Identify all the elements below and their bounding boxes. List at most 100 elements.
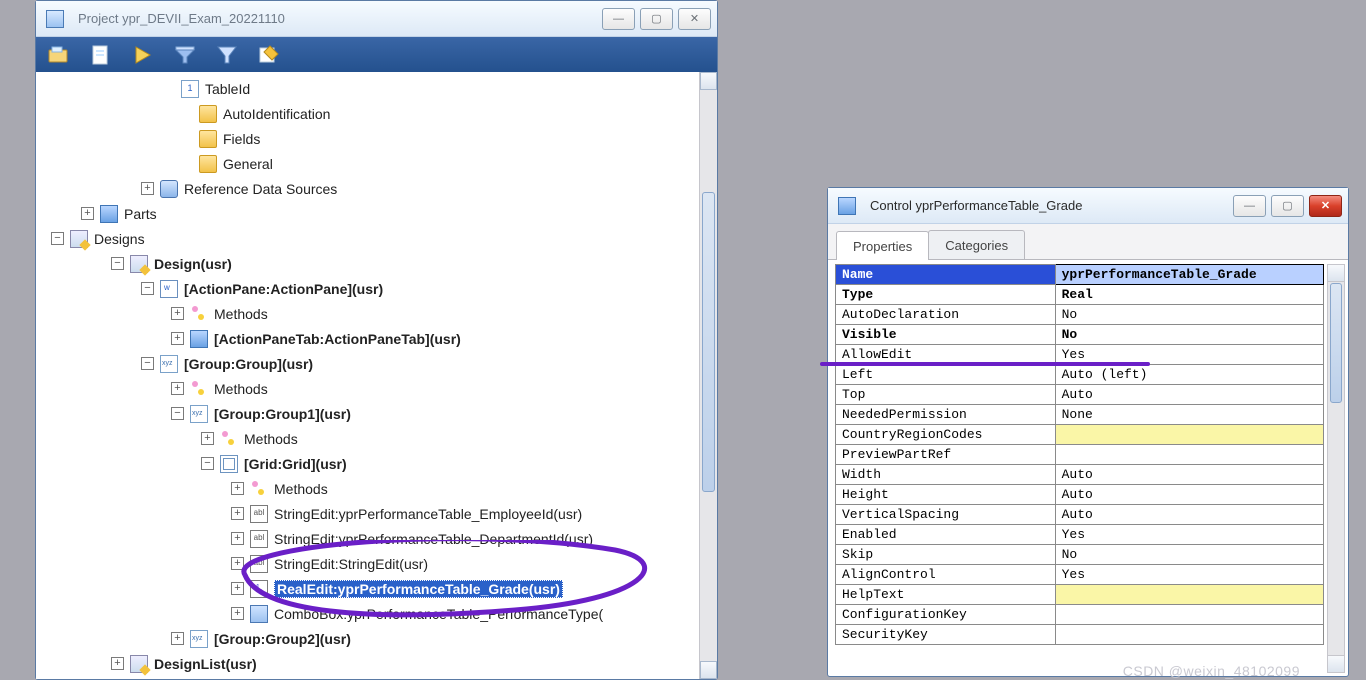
tab-properties[interactable]: Properties bbox=[836, 231, 929, 260]
toolbar-funnel-icon[interactable] bbox=[216, 44, 238, 66]
property-value[interactable]: None bbox=[1055, 405, 1323, 425]
toolbar-open-icon[interactable] bbox=[48, 44, 70, 66]
properties-grid[interactable]: NameyprPerformanceTable_GradeTypeRealAut… bbox=[835, 264, 1324, 645]
property-row[interactable]: PreviewPartRef bbox=[836, 445, 1324, 465]
tree-node-methods[interactable]: +Methods bbox=[36, 426, 717, 451]
collapse-toggle[interactable]: − bbox=[51, 232, 64, 245]
property-value[interactable]: No bbox=[1055, 545, 1323, 565]
properties-titlebar[interactable]: Control yprPerformanceTable_Grade — ▢ ✕ bbox=[828, 188, 1348, 224]
collapse-toggle[interactable]: − bbox=[201, 457, 214, 470]
project-titlebar[interactable]: Project ypr_DEVII_Exam_20221110 — ▢ ✕ bbox=[36, 1, 717, 37]
expand-toggle[interactable]: + bbox=[231, 557, 244, 570]
property-row[interactable]: NeededPermissionNone bbox=[836, 405, 1324, 425]
scroll-down-icon[interactable] bbox=[1328, 655, 1344, 672]
tree-node-group1[interactable]: −[Group:Group1](usr) bbox=[36, 401, 717, 426]
property-value[interactable]: Auto (left) bbox=[1055, 365, 1323, 385]
tree-node-stringedit[interactable]: +StringEdit:StringEdit(usr) bbox=[36, 551, 717, 576]
property-value[interactable]: Real bbox=[1055, 285, 1323, 305]
property-row[interactable]: CountryRegionCodes bbox=[836, 425, 1324, 445]
property-row[interactable]: WidthAuto bbox=[836, 465, 1324, 485]
property-row[interactable]: LeftAuto (left) bbox=[836, 365, 1324, 385]
maximize-button[interactable]: ▢ bbox=[640, 8, 673, 30]
tree-node-dept[interactable]: +StringEdit:yprPerformanceTable_Departme… bbox=[36, 526, 717, 551]
property-row[interactable]: NameyprPerformanceTable_Grade bbox=[836, 265, 1324, 285]
expand-toggle[interactable]: + bbox=[231, 532, 244, 545]
minimize-button[interactable]: — bbox=[602, 8, 635, 30]
property-value[interactable]: Yes bbox=[1055, 565, 1323, 585]
property-row[interactable]: EnabledYes bbox=[836, 525, 1324, 545]
expand-toggle[interactable]: + bbox=[231, 607, 244, 620]
scroll-thumb[interactable] bbox=[1330, 283, 1342, 403]
minimize-button[interactable]: — bbox=[1233, 195, 1266, 217]
tree-node-refds[interactable]: +Reference Data Sources bbox=[36, 176, 717, 201]
expand-toggle[interactable]: + bbox=[231, 582, 244, 595]
tree-node-methods[interactable]: +Methods bbox=[36, 376, 717, 401]
tree-node-actionpane[interactable]: −[ActionPane:ActionPane](usr) bbox=[36, 276, 717, 301]
property-value[interactable] bbox=[1055, 445, 1323, 465]
property-value[interactable]: Auto bbox=[1055, 505, 1323, 525]
maximize-button[interactable]: ▢ bbox=[1271, 195, 1304, 217]
tree-node-methods[interactable]: +Methods bbox=[36, 476, 717, 501]
property-value[interactable]: Auto bbox=[1055, 485, 1323, 505]
expand-toggle[interactable]: + bbox=[81, 207, 94, 220]
tree-node-parts[interactable]: +Parts bbox=[36, 201, 717, 226]
property-value[interactable]: Auto bbox=[1055, 465, 1323, 485]
expand-toggle[interactable]: + bbox=[111, 657, 124, 670]
property-value[interactable] bbox=[1055, 625, 1323, 645]
property-value[interactable] bbox=[1055, 425, 1323, 445]
tree-node-tableid[interactable]: TableId bbox=[36, 76, 717, 101]
property-value[interactable]: Auto bbox=[1055, 385, 1323, 405]
property-row[interactable]: ConfigurationKey bbox=[836, 605, 1324, 625]
scroll-up-icon[interactable] bbox=[700, 72, 717, 90]
expand-toggle[interactable]: + bbox=[171, 332, 184, 345]
tree-node-grid[interactable]: −[Grid:Grid](usr) bbox=[36, 451, 717, 476]
property-row[interactable]: AllowEditYes bbox=[836, 345, 1324, 365]
properties-scrollbar[interactable] bbox=[1327, 264, 1345, 673]
collapse-toggle[interactable]: − bbox=[141, 357, 154, 370]
property-row[interactable]: TopAuto bbox=[836, 385, 1324, 405]
collapse-toggle[interactable]: − bbox=[171, 407, 184, 420]
property-value[interactable] bbox=[1055, 585, 1323, 605]
expand-toggle[interactable]: + bbox=[231, 482, 244, 495]
property-row[interactable]: SkipNo bbox=[836, 545, 1324, 565]
property-value[interactable]: No bbox=[1055, 325, 1323, 345]
expand-toggle[interactable]: + bbox=[171, 307, 184, 320]
expand-toggle[interactable]: + bbox=[141, 182, 154, 195]
expand-toggle[interactable]: + bbox=[171, 382, 184, 395]
expand-toggle[interactable]: + bbox=[231, 507, 244, 520]
property-value[interactable]: yprPerformanceTable_Grade bbox=[1055, 265, 1323, 285]
collapse-toggle[interactable]: − bbox=[141, 282, 154, 295]
expand-toggle[interactable]: + bbox=[201, 432, 214, 445]
property-row[interactable]: HeightAuto bbox=[836, 485, 1324, 505]
tree-node-general[interactable]: General bbox=[36, 151, 717, 176]
property-value[interactable]: No bbox=[1055, 305, 1323, 325]
scroll-thumb[interactable] bbox=[702, 192, 715, 492]
close-button[interactable]: ✕ bbox=[678, 8, 711, 30]
scroll-down-icon[interactable] bbox=[700, 661, 717, 679]
scroll-up-icon[interactable] bbox=[1328, 265, 1344, 282]
collapse-toggle[interactable]: − bbox=[111, 257, 124, 270]
expand-toggle[interactable]: + bbox=[171, 632, 184, 645]
toolbar-page-icon[interactable] bbox=[90, 44, 112, 66]
tab-categories[interactable]: Categories bbox=[928, 230, 1025, 259]
property-row[interactable]: SecurityKey bbox=[836, 625, 1324, 645]
property-value[interactable]: Yes bbox=[1055, 525, 1323, 545]
tree-node-grade[interactable]: +RealEdit:yprPerformanceTable_Grade(usr) bbox=[36, 576, 717, 601]
property-row[interactable]: TypeReal bbox=[836, 285, 1324, 305]
property-value[interactable] bbox=[1055, 605, 1323, 625]
property-row[interactable]: AlignControlYes bbox=[836, 565, 1324, 585]
tree-scrollbar[interactable] bbox=[699, 72, 717, 679]
tree-node-methods[interactable]: +Methods bbox=[36, 301, 717, 326]
tree-node-design[interactable]: −Design(usr) bbox=[36, 251, 717, 276]
property-row[interactable]: VerticalSpacingAuto bbox=[836, 505, 1324, 525]
property-row[interactable]: AutoDeclarationNo bbox=[836, 305, 1324, 325]
toolbar-filter-icon[interactable] bbox=[174, 44, 196, 66]
tree-node-group2[interactable]: +[Group:Group2](usr) bbox=[36, 626, 717, 651]
tree-node-emp[interactable]: +StringEdit:yprPerformanceTable_Employee… bbox=[36, 501, 717, 526]
property-row[interactable]: VisibleNo bbox=[836, 325, 1324, 345]
property-value[interactable]: Yes bbox=[1055, 345, 1323, 365]
tree-node-designlist[interactable]: +DesignList(usr) bbox=[36, 651, 717, 676]
tree-node-actionpanetab[interactable]: +[ActionPaneTab:ActionPaneTab](usr) bbox=[36, 326, 717, 351]
tree-node-group[interactable]: −[Group:Group](usr) bbox=[36, 351, 717, 376]
tree-scroll-area[interactable]: TableId AutoIdentification Fields Genera… bbox=[36, 72, 717, 679]
